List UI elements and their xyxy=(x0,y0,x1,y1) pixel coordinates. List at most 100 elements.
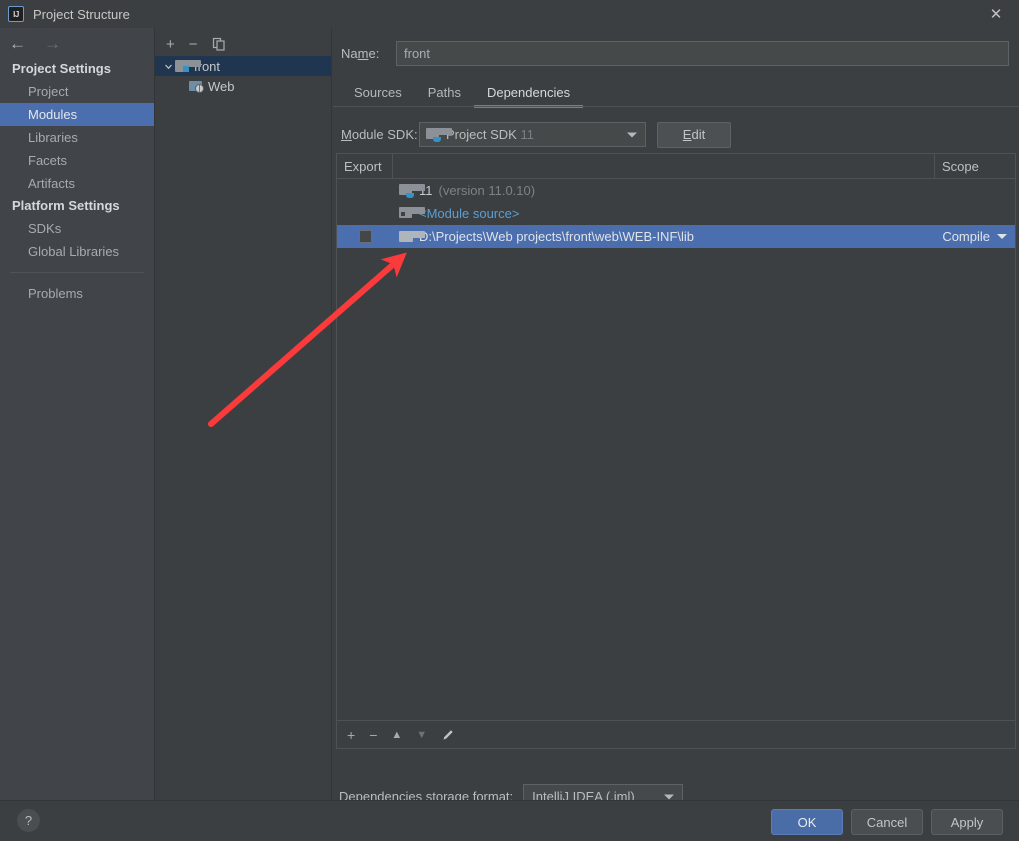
table-row[interactable]: <Module source> xyxy=(337,202,1015,225)
add-dependency-icon[interactable]: + xyxy=(347,727,355,743)
dependency-name-cell: <Module source> xyxy=(393,206,935,221)
web-facet-icon xyxy=(189,80,204,93)
column-header-export[interactable]: Export xyxy=(337,154,393,178)
pencil-icon-svg xyxy=(443,729,453,739)
cancel-button[interactable]: Cancel xyxy=(851,809,923,835)
dependencies-table: Export Scope 11 (version 11.0.10) <Modul… xyxy=(336,153,1016,749)
dependencies-table-body: 11 (version 11.0.10) <Module source> D:\… xyxy=(337,179,1015,720)
title-bar: IJ Project Structure ✕ xyxy=(0,0,1019,28)
tab-dependencies[interactable]: Dependencies xyxy=(473,85,584,108)
dependencies-table-header: Export Scope xyxy=(337,154,1015,179)
jdk-icon xyxy=(426,127,452,142)
chevron-down-icon xyxy=(664,794,675,799)
move-up-glyph: ▲ xyxy=(391,728,403,741)
dependencies-toolbar: + − ▲ ▼ xyxy=(337,720,1015,748)
dialog-footer: ? OK Cancel Apply https://blog.csdn.net/… xyxy=(0,800,1019,841)
ok-button[interactable]: OK xyxy=(771,809,843,835)
module-name-label: Name: xyxy=(341,46,396,61)
add-dependency-glyph: + xyxy=(347,726,356,743)
back-icon[interactable]: ← xyxy=(9,35,26,52)
dependency-version-text: (version 11.0.10) xyxy=(438,183,536,198)
dependency-name-cell: 11 (version 11.0.10) xyxy=(393,183,935,198)
name-label-pre: Na xyxy=(341,45,358,61)
modules-tree-toolbar: + − xyxy=(155,32,331,56)
apply-button[interactable]: Apply xyxy=(931,809,1003,835)
sidebar-item-artifacts[interactable]: Artifacts xyxy=(0,172,154,195)
tab-sources[interactable]: Sources xyxy=(341,85,415,107)
app-icon: IJ xyxy=(8,6,24,22)
table-row[interactable]: D:\Projects\Web projects\front\web\WEB-I… xyxy=(337,225,1015,248)
sidebar-group-platform-settings: Platform Settings xyxy=(12,198,120,213)
column-header-name[interactable] xyxy=(393,154,935,178)
tabs-underline xyxy=(333,106,1019,107)
sdk-label-mnemonic: M xyxy=(341,127,352,142)
module-sdk-combo[interactable]: Project SDK 11 xyxy=(419,122,646,147)
back-icon-glyph: ← xyxy=(9,33,26,53)
module-sdk-row: Module SDK: Project SDK 11 Edit xyxy=(341,121,1019,148)
tab-paths[interactable]: Paths xyxy=(415,85,474,107)
move-up-icon[interactable]: ▲ xyxy=(391,729,402,741)
sidebar-item-libraries[interactable]: Libraries xyxy=(0,126,154,149)
edit-sdk-button[interactable]: Edit xyxy=(657,121,731,148)
dependency-name-cell: D:\Projects\Web projects\front\web\WEB-I… xyxy=(393,229,935,244)
tree-item-web[interactable]: Web xyxy=(155,76,331,96)
chevron-down-icon xyxy=(997,234,1007,239)
sidebar-group-project-settings: Project Settings xyxy=(12,61,111,76)
sidebar-item-modules[interactable]: Modules xyxy=(0,103,154,126)
chevron-down-icon[interactable] xyxy=(161,62,175,71)
edit-button-mnemonic: E xyxy=(682,127,692,142)
module-sdk-value-text: Project SDK xyxy=(446,127,517,142)
copy-icon-svg xyxy=(212,37,225,51)
remove-dependency-glyph: − xyxy=(369,726,378,743)
close-icon[interactable]: ✕ xyxy=(973,0,1019,28)
settings-sidebar: ← → Project Settings Project Modules Lib… xyxy=(0,28,154,800)
help-button[interactable]: ? xyxy=(17,809,40,832)
sidebar-item-sdks[interactable]: SDKs xyxy=(0,217,154,240)
column-header-scope[interactable]: Scope xyxy=(935,154,1015,178)
dependency-name-text: D:\Projects\Web projects\front\web\WEB-I… xyxy=(419,229,695,244)
chevron-down-svg xyxy=(164,64,172,69)
name-label-mnemonic: m xyxy=(357,45,369,61)
dependency-scope-cell[interactable]: Compile xyxy=(935,229,1015,244)
module-folder-icon xyxy=(175,60,201,72)
folder-icon xyxy=(399,230,425,243)
app-icon-text: IJ xyxy=(13,9,19,19)
export-checkbox-cell[interactable] xyxy=(337,230,393,243)
edit-button-label: dit xyxy=(691,127,706,142)
module-name-input[interactable] xyxy=(396,40,1009,66)
export-checkbox[interactable] xyxy=(358,230,372,243)
module-tabs: Sources Paths Dependencies xyxy=(341,78,1019,108)
add-module-icon[interactable]: + xyxy=(166,37,175,52)
module-editor: Name: Sources Paths Dependencies Module … xyxy=(333,28,1019,809)
window-title: Project Structure xyxy=(33,6,130,22)
module-sdk-label: Module SDK: xyxy=(341,127,419,142)
sdk-label-post: odule SDK: xyxy=(351,127,418,142)
tree-item-web-label: Web xyxy=(208,78,235,94)
sidebar-item-problems[interactable]: Problems xyxy=(0,282,154,305)
help-icon: ? xyxy=(24,813,33,828)
add-module-glyph: + xyxy=(166,35,175,53)
dependency-scope-text: Compile xyxy=(942,229,990,244)
module-sdk-value: Project SDK 11 xyxy=(446,127,534,142)
modules-tree-panel: + − front Web xyxy=(154,28,332,800)
sidebar-item-project[interactable]: Project xyxy=(0,80,154,103)
move-down-icon[interactable]: ▼ xyxy=(416,729,427,741)
move-down-glyph: ▼ xyxy=(416,728,428,741)
table-row[interactable]: 11 (version 11.0.10) xyxy=(337,179,1015,202)
edit-dependency-icon[interactable] xyxy=(441,728,455,742)
sidebar-divider xyxy=(10,272,144,273)
nav-arrows: ← → xyxy=(0,28,154,58)
remove-dependency-icon[interactable]: − xyxy=(369,727,377,743)
module-tabs-wrap: Sources Paths Dependencies xyxy=(333,78,1019,108)
name-label-post: e: xyxy=(368,45,380,61)
dependency-name-text: <Module source> xyxy=(419,206,520,221)
copy-module-icon[interactable] xyxy=(212,37,226,51)
sidebar-item-global-libraries[interactable]: Global Libraries xyxy=(0,240,154,263)
sidebar-item-facets[interactable]: Facets xyxy=(0,149,154,172)
remove-module-icon[interactable]: − xyxy=(189,37,198,52)
forward-icon[interactable]: → xyxy=(44,35,61,52)
tree-item-front[interactable]: front xyxy=(155,56,331,76)
chevron-down-icon xyxy=(627,132,637,137)
module-source-icon xyxy=(399,206,425,220)
remove-module-glyph: − xyxy=(188,35,198,53)
